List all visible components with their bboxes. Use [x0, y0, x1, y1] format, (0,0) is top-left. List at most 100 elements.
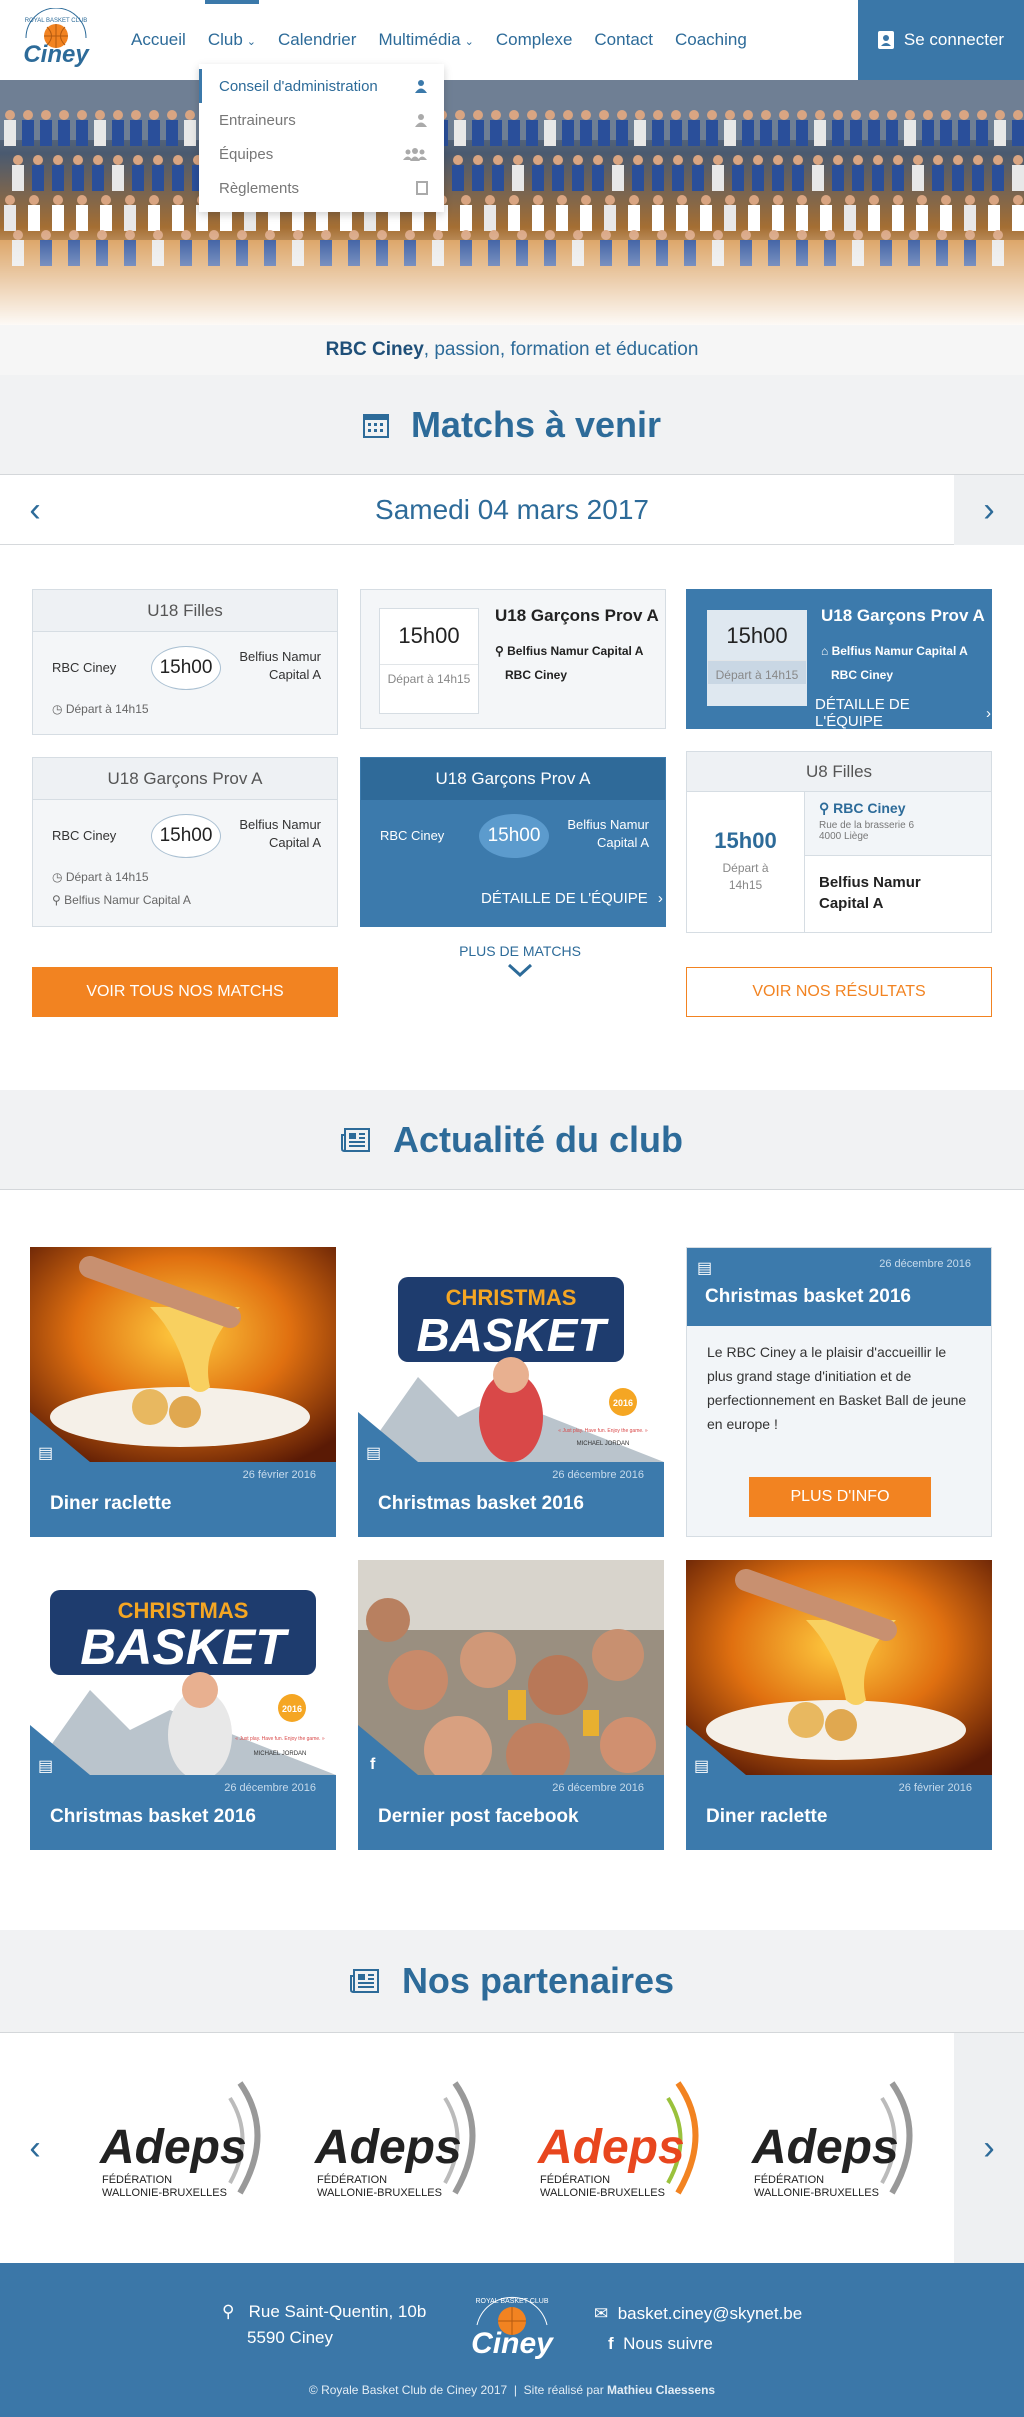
footer-copyright: © Royale Basket Club de Ciney 2017 | Sit…: [0, 2383, 1024, 2397]
follow-text: Nous suivre: [623, 2334, 713, 2353]
svg-text:2016: 2016: [613, 1398, 633, 1408]
match-card[interactable]: 15h00 Départ à 14h15 U18 Garçons Prov A …: [686, 589, 992, 730]
team-detail-link[interactable]: DÉTAILLE DE L'ÉQUIPE ›: [481, 890, 663, 907]
all-matchs-button[interactable]: VOIR TOUS NOS MATCHS: [32, 967, 338, 1017]
chevron-right-icon: ›: [983, 2128, 995, 2167]
dropdown-item-entraineurs[interactable]: Entraineurs: [199, 103, 444, 137]
away-team: Belfius Namur Capital A: [239, 649, 321, 682]
prev-date-button[interactable]: ‹: [0, 475, 70, 545]
departure-time: Départ à 14h15: [722, 861, 769, 892]
svg-text:FÉDÉRATION: FÉDÉRATION: [317, 2173, 387, 2186]
news-card[interactable]: CHRISTMAS BASKET 2016 « Just play. Have fun…: [358, 1247, 664, 1537]
author-link[interactable]: Mathieu Claessens: [607, 2383, 715, 2397]
departure-time: ◷ Départ à 14h15: [52, 702, 149, 716]
match-card[interactable]: 15h00 Départ à 14h15 U18 Garçons Prov A …: [360, 589, 666, 729]
news-title: Diner raclette: [50, 1493, 172, 1514]
svg-text:FÉDÉRATION: FÉDÉRATION: [540, 2173, 610, 2186]
news-section-header: Actualité du club: [0, 1090, 1024, 1190]
chevron-right-icon: ›: [986, 704, 991, 722]
match-time: 15h00: [726, 623, 788, 648]
svg-text:BASKET: BASKET: [80, 1619, 290, 1675]
next-date-button[interactable]: ›: [954, 475, 1024, 545]
match-card[interactable]: U8 Filles 15h00 Départ à 14h15 ⚲ RBC Cin…: [686, 751, 992, 933]
login-label: Se connecter: [903, 30, 1005, 49]
match-location: ⚲ Belfius Namur Capital A: [52, 893, 191, 907]
nav-label: Contact: [594, 30, 653, 49]
venue-name: ⚲ RBC Ciney: [819, 800, 991, 817]
home-team: RBC Ciney: [505, 668, 568, 682]
news-card[interactable]: ▤ 26 février 2016 Diner raclette: [686, 1560, 992, 1850]
venue-city: 4000 Liège: [819, 831, 869, 842]
user-icon: [877, 31, 894, 49]
news-card[interactable]: ▤ 26 février 2016 Diner raclette: [30, 1247, 336, 1537]
club-logo[interactable]: ROYAL BASKET CLUB Ciney: [14, 7, 98, 72]
detail-label: DÉTAILLE DE L'ÉQUIPE: [481, 890, 648, 907]
results-button[interactable]: VOIR NOS RÉSULTATS: [686, 967, 992, 1017]
dropdown-item-equipes[interactable]: Équipes: [199, 137, 444, 171]
partners-next-button[interactable]: ›: [954, 2033, 1024, 2263]
person-icon: [414, 79, 428, 93]
match-card[interactable]: U18 Garçons Prov A RBC Ciney 15h00 Belfi…: [360, 757, 666, 927]
more-info-button[interactable]: PLUS D'INFO: [749, 1477, 931, 1517]
nav-complexe[interactable]: Complexe: [485, 0, 584, 80]
location-text: Belfius Namur Capital A: [831, 644, 968, 658]
map-pin-icon: ⚲: [52, 893, 61, 907]
footer-address: ⚲ Rue Saint-Quentin, 10b 5590 Ciney: [222, 2299, 426, 2351]
matchs-section-header: Matchs à venir: [0, 375, 1024, 475]
dropdown-item-reglements[interactable]: Règlements: [199, 171, 444, 205]
address-street: Rue Saint-Quentin, 10b: [248, 2302, 427, 2321]
more-matchs-link[interactable]: PLUS DE MATCHS: [440, 943, 600, 977]
away-team: Belfius Namur Capital A: [239, 817, 321, 850]
partners-prev-button[interactable]: ‹: [0, 2113, 70, 2183]
nav-label: Accueil: [131, 30, 186, 49]
partner-logo-adeps[interactable]: Adeps FÉDÉRATION WALLONIE-BRUXELLES: [305, 2073, 495, 2223]
footer-address-line1: ⚲ Rue Saint-Quentin, 10b: [222, 2299, 426, 2325]
svg-text:Adeps: Adeps: [751, 2121, 899, 2174]
news-card[interactable]: CHRISTMAS BASKET 2016 « Just play. Have fun…: [30, 1560, 336, 1850]
nav-contact[interactable]: Contact: [583, 0, 664, 80]
home-team: RBC Ciney: [52, 660, 117, 675]
svg-text:FÉDÉRATION: FÉDÉRATION: [102, 2173, 172, 2186]
news-title: Actualité du club: [392, 1118, 684, 1160]
chevron-down-icon: ⌄: [464, 35, 474, 48]
venue-label: RBC Ciney: [833, 800, 906, 816]
footer-facebook-link[interactable]: f Nous suivre: [594, 2329, 802, 2359]
svg-text:CHRISTMAS: CHRISTMAS: [446, 1285, 577, 1310]
current-date: Samedi 04 mars 2017: [375, 494, 649, 525]
match-category: U8 Filles: [687, 752, 991, 792]
news-date: 26 décembre 2016: [224, 1782, 316, 1794]
partners-section-header: Nos partenaires: [0, 1930, 1024, 2033]
team-detail-link[interactable]: DÉTAILLE DE L'ÉQUIPE ›: [815, 696, 991, 730]
map-pin-icon: ⚲: [495, 644, 504, 658]
footer-email-link[interactable]: ✉ basket.ciney@skynet.be: [594, 2299, 802, 2329]
partner-logo-adeps[interactable]: Adeps FÉDÉRATION WALLONIE-BRUXELLES: [742, 2073, 932, 2223]
facebook-icon: f: [608, 2334, 614, 2353]
home-team: RBC Ciney: [831, 668, 894, 682]
partner-logo-adeps-color[interactable]: Adeps FÉDÉRATION WALLONIE-BRUXELLES: [528, 2073, 718, 2223]
footer-logo[interactable]: ROYAL BASKET CLUB Ciney: [462, 2287, 562, 2367]
newspaper-icon: [349, 1968, 380, 1994]
nav-accueil[interactable]: Accueil: [120, 0, 197, 80]
partner-logo-adeps[interactable]: Adeps FÉDÉRATION WALLONIE-BRUXELLES: [90, 2073, 280, 2223]
dropdown-item-conseil[interactable]: Conseil d'administration: [199, 69, 444, 103]
nav-coaching[interactable]: Coaching: [664, 0, 758, 80]
email-text: basket.ciney@skynet.be: [617, 2304, 803, 2323]
match-category: U18 Garçons Prov A: [495, 606, 659, 625]
person-icon: [414, 113, 428, 127]
newspaper-icon: ▤: [366, 1445, 382, 1462]
match-card[interactable]: U18 Filles RBC Ciney 15h00 Belfius Namur…: [32, 589, 338, 735]
match-location: ⌂ Belfius Namur Capital A: [821, 644, 968, 658]
match-card[interactable]: U18 Garçons Prov A RBC Ciney 15h00 Belfi…: [32, 757, 338, 927]
nav-label: Coaching: [675, 30, 747, 49]
news-date: 26 février 2016: [898, 1782, 972, 1794]
dropdown-label: Règlements: [219, 179, 300, 197]
svg-text:Ciney: Ciney: [23, 41, 90, 68]
chevron-right-icon: ›: [657, 890, 663, 907]
footer-contact: ✉ basket.ciney@skynet.be f Nous suivre: [594, 2299, 802, 2359]
svg-text:ROYAL BASKET CLUB: ROYAL BASKET CLUB: [475, 2298, 548, 2305]
location-text: Belfius Namur Capital A: [64, 893, 191, 907]
svg-text:Adeps: Adeps: [314, 2121, 462, 2174]
featured-news-card[interactable]: ▤ 26 décembre 2016 Christmas basket 2016…: [686, 1247, 992, 1537]
login-button[interactable]: Se connecter: [858, 0, 1024, 80]
news-card[interactable]: f 26 décembre 2016 Dernier post facebook: [358, 1560, 664, 1850]
